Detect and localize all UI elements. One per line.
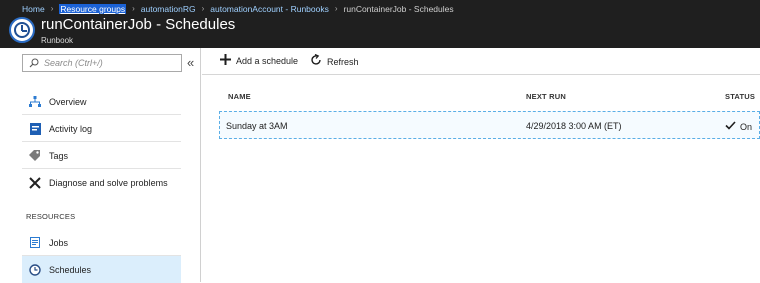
- search-icon: [29, 58, 39, 68]
- sidebar-item-label: Schedules: [49, 264, 92, 275]
- breadcrumb-separator: ›: [50, 4, 54, 13]
- section-label-resources: RESOURCES: [26, 212, 76, 221]
- command-bar: Add a schedule Refresh: [202, 48, 760, 75]
- resource-menu: « Overview Activity log Tags Diagnose an…: [0, 48, 201, 283]
- checkmark-icon: [725, 121, 736, 133]
- collapse-menu-icon[interactable]: «: [187, 55, 194, 70]
- tag-icon: [28, 149, 42, 163]
- refresh-label: Refresh: [327, 56, 359, 67]
- sidebar-item-label: Diagnose and solve problems: [49, 177, 168, 188]
- refresh-button[interactable]: Refresh: [310, 53, 359, 69]
- breadcrumb-home[interactable]: Home: [22, 4, 45, 14]
- breadcrumb-automation-account[interactable]: automationAccount - Runbooks: [210, 4, 329, 14]
- overview-icon: [28, 95, 42, 109]
- add-schedule-label: Add a schedule: [236, 56, 299, 66]
- sidebar-item-tags[interactable]: Tags: [22, 142, 181, 169]
- column-header-name[interactable]: NAME: [228, 92, 251, 101]
- sidebar-item-overview[interactable]: Overview: [22, 88, 181, 115]
- page-title: runContainerJob - Schedules: [41, 16, 236, 33]
- sidebar-item-label: Tags: [49, 150, 69, 161]
- column-header-status[interactable]: STATUS: [725, 92, 755, 101]
- cell-status: On: [725, 121, 752, 133]
- page-subtitle: Runbook: [41, 36, 74, 45]
- search-box[interactable]: [22, 54, 182, 72]
- sidebar-item-jobs[interactable]: Jobs: [22, 229, 181, 256]
- breadcrumb-resource-groups[interactable]: Resource groups: [59, 3, 127, 14]
- wrench-icon: [28, 176, 42, 190]
- breadcrumb-separator: ›: [201, 4, 205, 13]
- refresh-icon: [310, 53, 322, 69]
- sidebar-item-activity-log[interactable]: Activity log: [22, 115, 181, 142]
- search-input[interactable]: [44, 58, 174, 68]
- activity-log-icon: [28, 122, 42, 136]
- sidebar-item-schedules[interactable]: Schedules: [22, 256, 181, 283]
- column-header-next-run[interactable]: NEXT RUN: [526, 92, 566, 101]
- clock-icon: [28, 263, 42, 277]
- sidebar-item-label: Activity log: [49, 123, 93, 134]
- top-header: Home › Resource groups › automationRG › …: [0, 0, 760, 48]
- cell-name: Sunday at 3AM: [226, 121, 288, 131]
- breadcrumb: Home › Resource groups › automationRG › …: [22, 2, 454, 15]
- clock-icon: [9, 17, 35, 43]
- breadcrumb-current: runContainerJob - Schedules: [343, 3, 454, 14]
- cell-next-run: 4/29/2018 3:00 AM (ET): [526, 121, 622, 131]
- sidebar-item-diagnose[interactable]: Diagnose and solve problems: [22, 169, 181, 196]
- breadcrumb-separator: ›: [132, 4, 135, 13]
- jobs-icon: [28, 236, 42, 250]
- breadcrumb-automation-rg[interactable]: automationRG: [141, 4, 196, 14]
- sidebar-item-label: Overview: [49, 96, 87, 107]
- plus-icon: [220, 54, 231, 68]
- sidebar-item-label: Jobs: [49, 237, 69, 248]
- add-schedule-button[interactable]: Add a schedule: [220, 54, 298, 68]
- breadcrumb-separator: ›: [334, 4, 338, 13]
- table-row[interactable]: Sunday at 3AM 4/29/2018 3:00 AM (ET) On: [219, 111, 760, 139]
- status-value: On: [740, 122, 753, 132]
